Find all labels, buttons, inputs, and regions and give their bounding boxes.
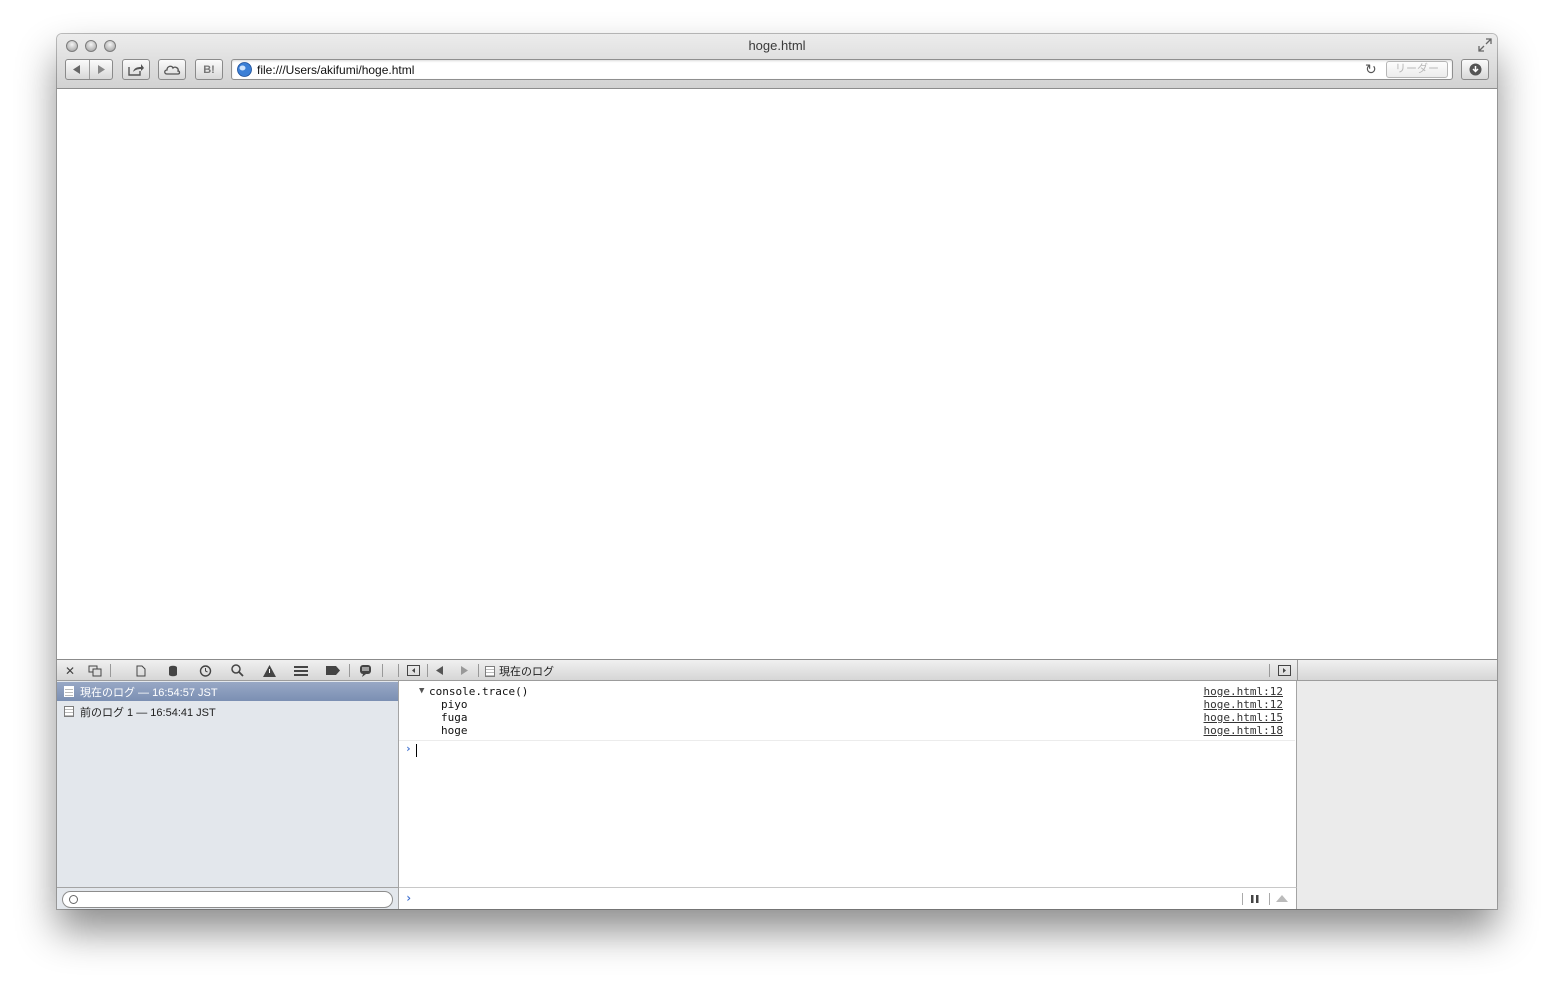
expand-up-icon[interactable] [1276, 895, 1288, 902]
console-log: ▼ console.trace() hoge.html:12 piyo hoge… [399, 681, 1297, 887]
storage-icon[interactable] [165, 663, 181, 678]
back-button[interactable] [66, 60, 89, 79]
log-sidebar: 現在のログ — 16:54:57 JST 前のログ 1 — 16:54:41 J… [57, 681, 399, 887]
trace-frame: hoge hoge.html:18 [399, 724, 1295, 737]
fullscreen-icon[interactable] [1478, 38, 1492, 52]
sidebar-toggle-icon[interactable] [405, 663, 421, 678]
reload-icon[interactable]: ↻ [1365, 61, 1377, 78]
source-link[interactable]: hoge.html:15 [1204, 711, 1283, 724]
resources-icon[interactable] [133, 663, 149, 678]
frame-name: hoge [441, 724, 468, 737]
window-title: hoge.html [748, 38, 806, 53]
sidebar-search-bar [57, 887, 399, 909]
console-icon[interactable] [357, 663, 373, 678]
instruments-icon[interactable] [293, 663, 309, 678]
trace-row[interactable]: ▼ console.trace() hoge.html:12 [399, 685, 1295, 698]
source-link[interactable]: hoge.html:18 [1204, 724, 1283, 737]
breadcrumb[interactable]: 現在のログ [485, 663, 554, 679]
forward-button[interactable] [90, 60, 113, 79]
warning-icon[interactable] [261, 663, 277, 678]
log-item-label: 前のログ 1 — 16:54:41 JST [80, 706, 216, 719]
sidebar-search-input[interactable] [62, 891, 393, 908]
source-link[interactable]: hoge.html:12 [1204, 698, 1283, 711]
back-forward-buttons [65, 59, 113, 80]
address-bar[interactable]: file:///Users/akifumi/hoge.html ↻ リーダー [231, 59, 1453, 80]
page-content [57, 89, 1497, 659]
title-toolbar: hoge.html B! file:///Users/akifumi/hoge.… [57, 34, 1497, 89]
inspector-toolbar: ✕ 現在のログ [57, 659, 1497, 682]
search-field-icon [69, 895, 78, 904]
details-sidebar [1297, 681, 1497, 909]
browser-window: hoge.html B! file:///Users/akifumi/hoge.… [57, 34, 1497, 909]
nav-forward-icon[interactable] [456, 663, 472, 678]
timeline-icon[interactable] [197, 663, 213, 678]
close-inspector-icon[interactable]: ✕ [62, 663, 78, 678]
pause-icon[interactable] [1251, 894, 1259, 904]
disclosure-triangle-icon[interactable]: ▼ [419, 685, 424, 698]
log-item-current[interactable]: 現在のログ — 16:54:57 JST [57, 682, 398, 701]
share-button[interactable] [122, 59, 150, 80]
reader-button[interactable]: リーダー [1386, 61, 1448, 78]
url-text[interactable]: file:///Users/akifumi/hoge.html [257, 63, 414, 77]
detach-inspector-icon[interactable] [87, 663, 103, 678]
frame-name: piyo [441, 698, 468, 711]
details-toggle-icon[interactable] [1276, 663, 1292, 678]
hatena-bookmark-button[interactable]: B! [195, 59, 223, 80]
frame-name: fuga [441, 711, 468, 724]
log-item-previous[interactable]: 前のログ 1 — 16:54:41 JST [57, 702, 398, 721]
console-input-caret[interactable] [416, 744, 417, 757]
share-icon [128, 64, 144, 76]
forward-arrow-icon [97, 65, 105, 74]
console-prompt-icon: › [405, 742, 412, 755]
console-prompt-icon: › [405, 891, 413, 905]
downloads-icon [1469, 63, 1481, 76]
nav-back-icon[interactable] [432, 663, 448, 678]
back-arrow-icon [73, 65, 81, 74]
downloads-button[interactable] [1461, 59, 1489, 80]
console-input-bar[interactable]: › [399, 887, 1297, 909]
trace-frame: piyo hoge.html:12 [399, 698, 1295, 711]
log-document-icon [64, 706, 74, 717]
log-document-icon [64, 686, 74, 697]
source-link[interactable]: hoge.html:12 [1204, 685, 1283, 698]
icloud-icon [164, 65, 181, 75]
breadcrumb-label: 現在のログ [499, 666, 554, 678]
trace-frame: fuga hoge.html:15 [399, 711, 1295, 724]
search-icon[interactable] [229, 663, 245, 678]
web-inspector: ✕ 現在のログ 現在のログ — 16:54:57 JST 前のログ 1 — 16… [57, 659, 1497, 909]
log-document-icon [485, 665, 495, 677]
breakpoints-icon[interactable] [325, 663, 341, 678]
icloud-tabs-button[interactable] [158, 59, 186, 80]
globe-icon [237, 62, 252, 77]
log-item-label: 現在のログ — 16:54:57 JST [80, 686, 218, 699]
trace-header: console.trace() [429, 685, 529, 698]
